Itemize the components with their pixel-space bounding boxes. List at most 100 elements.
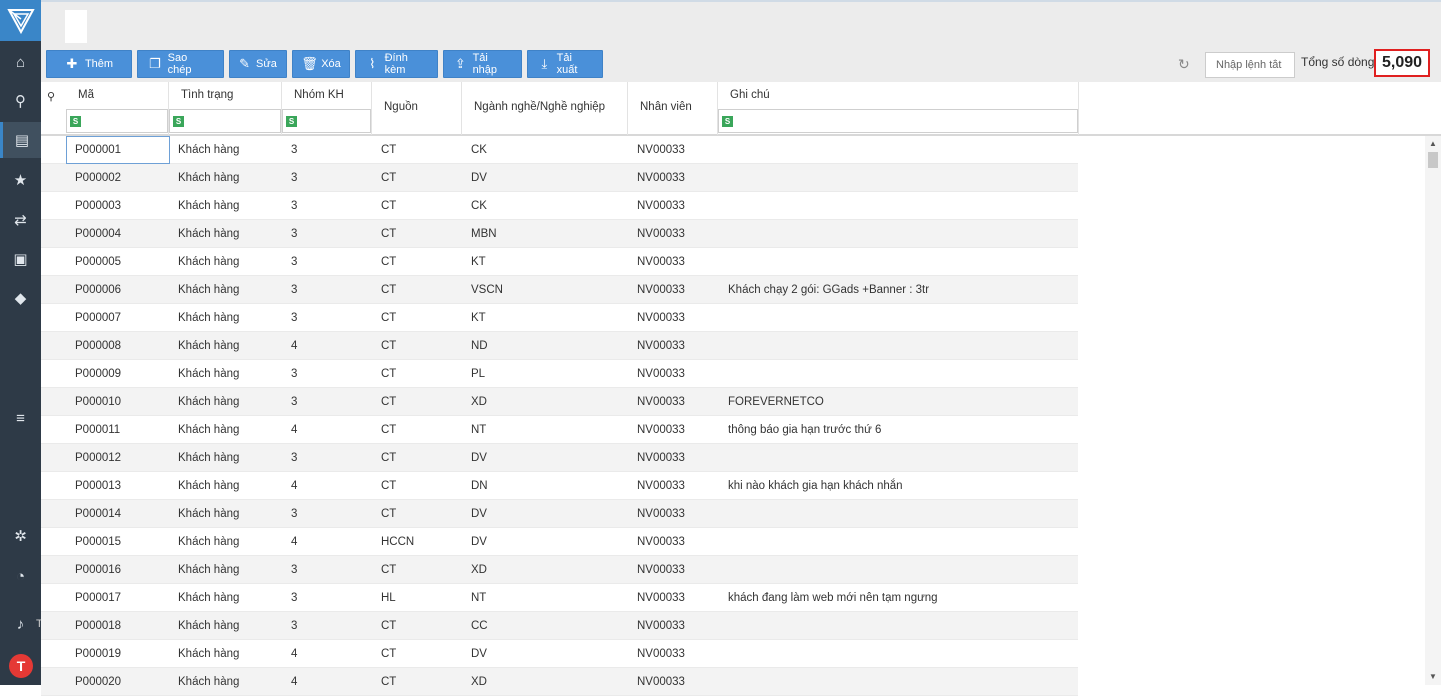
cell-code[interactable]: P000016 — [75, 564, 121, 576]
cell-staff[interactable]: NV00033 — [637, 284, 685, 296]
cell-status[interactable]: Khách hàng — [178, 508, 239, 520]
cell-group[interactable]: 3 — [291, 200, 297, 212]
column-filter-input[interactable]: S — [282, 109, 371, 133]
cell-industry[interactable]: CK — [471, 200, 487, 212]
cell-code[interactable]: P000010 — [75, 396, 121, 408]
table-row[interactable]: P000018 Khách hàng 3 CT CC NV00033 — [41, 612, 1078, 640]
cell-source[interactable]: CT — [381, 340, 396, 352]
cell-industry[interactable]: CK — [471, 144, 487, 156]
refresh-icon[interactable]: ↻ — [1178, 56, 1190, 73]
cell-source[interactable]: CT — [381, 200, 396, 212]
download-button[interactable]: ⤓ Tải xuất — [527, 50, 603, 78]
cell-industry[interactable]: XD — [471, 564, 487, 576]
cell-source[interactable]: CT — [381, 620, 396, 632]
cell-status[interactable]: Khách hàng — [178, 424, 239, 436]
cell-source[interactable]: CT — [381, 256, 396, 268]
cell-source[interactable]: CT — [381, 480, 396, 492]
cell-staff[interactable]: NV00033 — [637, 648, 685, 660]
copy-button[interactable]: ❐ Sao chép — [137, 50, 224, 78]
upload-button[interactable]: ⇪ Tải nhập — [443, 50, 522, 78]
cell-code[interactable]: P000008 — [75, 340, 121, 352]
sidebar-item-home[interactable]: ⌂ — [0, 44, 41, 80]
column-header[interactable]: Nhóm KH S — [282, 82, 372, 135]
cell-staff[interactable]: NV00033 — [637, 200, 685, 212]
cell-status[interactable]: Khách hàng — [178, 536, 239, 548]
cell-code[interactable]: P000013 — [75, 480, 121, 492]
cell-industry[interactable]: DV — [471, 172, 487, 184]
cell-status[interactable]: Khách hàng — [178, 312, 239, 324]
column-header[interactable]: Nhân viên — [628, 82, 718, 135]
cell-group[interactable]: 3 — [291, 256, 297, 268]
table-row[interactable]: P000011 Khách hàng 4 CT NT NV00033 thông báo g… — [41, 416, 1078, 444]
plus-button[interactable]: ✚ Thêm — [46, 50, 132, 78]
cell-group[interactable]: 3 — [291, 172, 297, 184]
cell-industry[interactable]: NT — [471, 424, 486, 436]
cell-staff[interactable]: NV00033 — [637, 144, 685, 156]
sidebar-item-star[interactable]: ★ — [0, 162, 41, 198]
cell-industry[interactable]: NT — [471, 592, 486, 604]
trash-button[interactable]: 🗑 Xóa — [292, 50, 350, 78]
cell-group[interactable]: 3 — [291, 284, 297, 296]
cell-code[interactable]: P000014 — [75, 508, 121, 520]
cell-note[interactable]: khách đang làm web mới nên tạm ngưng — [728, 592, 938, 604]
cell-code[interactable]: P000012 — [75, 452, 121, 464]
sidebar-item-gears[interactable]: ✲ — [0, 518, 41, 554]
cell-industry[interactable]: DV — [471, 508, 487, 520]
cell-group[interactable]: 3 — [291, 620, 297, 632]
cell-source[interactable]: CT — [381, 676, 396, 688]
cell-source[interactable]: CT — [381, 424, 396, 436]
table-row[interactable]: P000019 Khách hàng 4 CT DV NV00033 — [41, 640, 1078, 668]
cell-industry[interactable]: PL — [471, 368, 485, 380]
cell-group[interactable]: 3 — [291, 228, 297, 240]
user-avatar[interactable]: T — [9, 654, 33, 678]
cell-status[interactable]: Khách hàng — [178, 144, 239, 156]
cell-industry[interactable]: XD — [471, 396, 487, 408]
app-logo[interactable] — [0, 0, 41, 41]
edit-button[interactable]: ✎ Sửa — [229, 50, 287, 78]
filter-mode-icon[interactable]: S — [70, 116, 81, 127]
table-row[interactable]: P000012 Khách hàng 3 CT DV NV00033 — [41, 444, 1078, 472]
shortcut-command-input[interactable] — [1205, 52, 1295, 78]
cell-industry[interactable]: DV — [471, 536, 487, 548]
cell-staff[interactable]: NV00033 — [637, 676, 685, 688]
table-row[interactable]: P000017 Khách hàng 3 HL NT NV00033 khách đang … — [41, 584, 1078, 612]
cell-code[interactable]: P000005 — [75, 256, 121, 268]
table-row[interactable]: P000013 Khách hàng 4 CT DN NV00033 khi nào khá… — [41, 472, 1078, 500]
cell-staff[interactable]: NV00033 — [637, 396, 685, 408]
cell-industry[interactable]: MBN — [471, 228, 497, 240]
cell-group[interactable]: 3 — [291, 312, 297, 324]
cell-staff[interactable]: NV00033 — [637, 312, 685, 324]
cell-group[interactable]: 3 — [291, 368, 297, 380]
column-header[interactable]: Mã S — [66, 82, 169, 135]
cell-staff[interactable]: NV00033 — [637, 424, 685, 436]
cell-source[interactable]: CT — [381, 452, 396, 464]
cell-note[interactable]: khi nào khách gia hạn khách nhắn — [728, 480, 903, 492]
table-row[interactable]: P000001 Khách hàng 3 CT CK NV00033 — [41, 136, 1078, 164]
sidebar-item-tag[interactable]: ◆ — [0, 280, 41, 316]
cell-industry[interactable]: VSCN — [471, 284, 503, 296]
table-row[interactable]: P000005 Khách hàng 3 CT KT NV00033 — [41, 248, 1078, 276]
cell-group[interactable]: 4 — [291, 648, 297, 660]
cell-source[interactable]: CT — [381, 648, 396, 660]
cell-status[interactable]: Khách hàng — [178, 396, 239, 408]
cell-group[interactable]: 3 — [291, 396, 297, 408]
cell-staff[interactable]: NV00033 — [637, 620, 685, 632]
cell-status[interactable]: Khách hàng — [178, 200, 239, 212]
cell-code[interactable]: P000007 — [75, 312, 121, 324]
table-row[interactable]: P000014 Khách hàng 3 CT DV NV00033 — [41, 500, 1078, 528]
table-row[interactable]: P000016 Khách hàng 3 CT XD NV00033 — [41, 556, 1078, 584]
cell-source[interactable]: CT — [381, 284, 396, 296]
cell-staff[interactable]: NV00033 — [637, 340, 685, 352]
cell-source[interactable]: CT — [381, 368, 396, 380]
grid-search-column[interactable]: ⚲ — [41, 82, 66, 135]
cell-staff[interactable]: NV00033 — [637, 480, 685, 492]
sidebar-item-pie-chart[interactable]: ◔ — [0, 558, 41, 594]
cell-status[interactable]: Khách hàng — [178, 620, 239, 632]
cell-group[interactable]: 3 — [291, 508, 297, 520]
cell-code[interactable]: P000020 — [75, 676, 121, 688]
filter-mode-icon[interactable]: S — [722, 116, 733, 127]
page-tab[interactable] — [65, 10, 87, 43]
cell-industry[interactable]: KT — [471, 256, 486, 268]
cell-industry[interactable]: DV — [471, 452, 487, 464]
cell-staff[interactable]: NV00033 — [637, 256, 685, 268]
